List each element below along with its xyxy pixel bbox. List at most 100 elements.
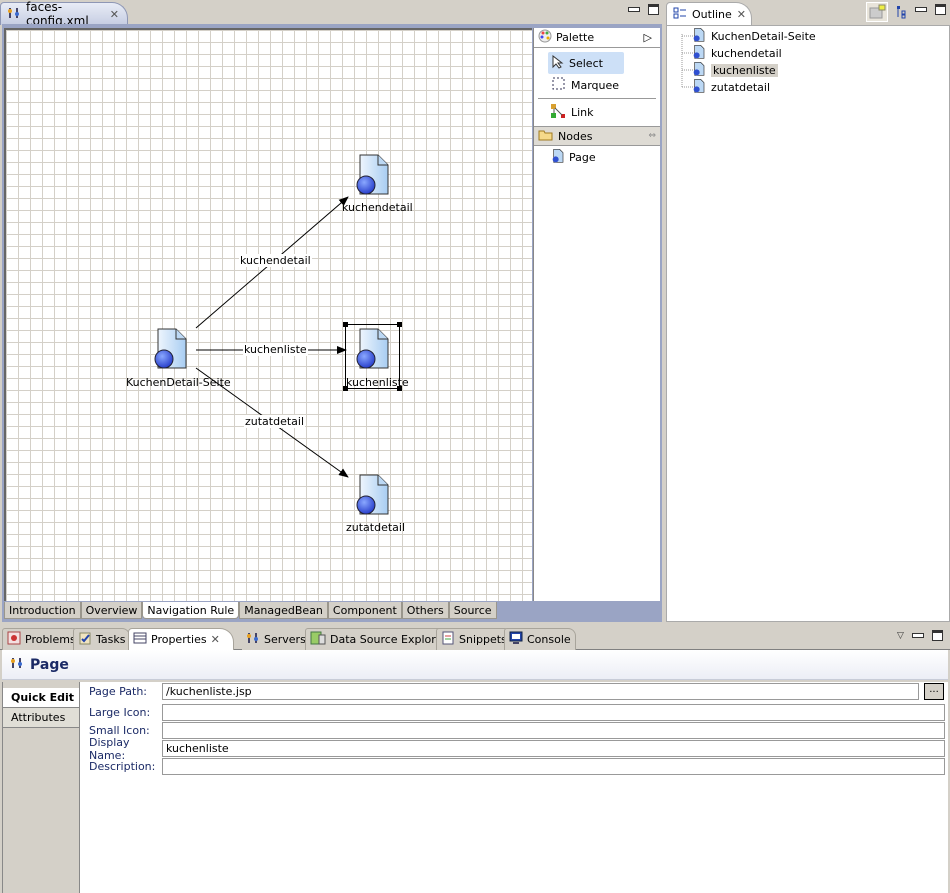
view-menu-icon[interactable]: ▽ bbox=[897, 631, 904, 641]
palette-item-label: Page bbox=[569, 150, 596, 164]
small-icon-input[interactable] bbox=[162, 722, 945, 739]
side-tab-quick-edit[interactable]: Quick Edit bbox=[3, 688, 79, 708]
maximize-button[interactable] bbox=[648, 4, 659, 15]
resize-handle[interactable] bbox=[343, 322, 348, 327]
faces-config-icon bbox=[7, 7, 21, 22]
field-row-large-icon: Large Icon: bbox=[89, 704, 945, 721]
palette-tool-link[interactable]: Link bbox=[550, 101, 660, 123]
close-icon[interactable]: ✕ bbox=[110, 8, 119, 21]
outline-title: Outline bbox=[692, 7, 732, 21]
palette-title: Palette bbox=[556, 31, 595, 44]
minimize-button[interactable] bbox=[911, 633, 924, 638]
overview-icon bbox=[869, 4, 886, 19]
description-input[interactable] bbox=[162, 758, 945, 775]
outline-icon bbox=[673, 7, 687, 22]
close-icon[interactable]: ✕ bbox=[211, 633, 220, 646]
maximize-button[interactable] bbox=[935, 4, 946, 15]
navigation-diagram-canvas[interactable]: kuchendetail kuchenliste zutatdetail Kuc… bbox=[4, 28, 532, 601]
page-tab-navigation-rule[interactable]: Navigation Rule bbox=[142, 602, 240, 619]
tab-data-source-explorer[interactable]: Data Source Explorer bbox=[305, 628, 452, 650]
outline-tree: KuchenDetail-Seite kuchendetail kuchenli… bbox=[666, 25, 950, 622]
page-properties-icon bbox=[10, 657, 24, 672]
properties-icon bbox=[133, 632, 147, 647]
page-icon bbox=[693, 79, 705, 96]
folder-open-icon bbox=[538, 129, 554, 144]
tab-tasks[interactable]: Tasks bbox=[73, 628, 131, 650]
snippets-icon bbox=[441, 631, 455, 648]
collapse-palette-icon[interactable]: ▷ bbox=[644, 31, 652, 44]
page-tab-others[interactable]: Others bbox=[401, 602, 449, 619]
tab-snippets[interactable]: Snippets bbox=[436, 628, 512, 650]
minimize-button[interactable] bbox=[628, 7, 640, 12]
page-icon bbox=[356, 328, 389, 369]
page-tab-overview[interactable]: Overview bbox=[80, 602, 143, 619]
palette: Palette ▷ Select Marquee Link Nodes ⇔ Pa… bbox=[533, 28, 660, 601]
page-icon bbox=[356, 474, 389, 515]
palette-tool-select[interactable]: Select bbox=[548, 52, 624, 74]
properties-side-tabs: Quick Edit Attributes bbox=[2, 682, 80, 893]
resize-handle[interactable] bbox=[397, 322, 402, 327]
tab-console[interactable]: Console bbox=[504, 628, 576, 650]
tab-properties[interactable]: Properties ✕ bbox=[128, 628, 234, 650]
minimize-button[interactable] bbox=[915, 7, 927, 12]
page-tab-source[interactable]: Source bbox=[448, 602, 497, 619]
page-icon bbox=[693, 45, 705, 62]
data-source-icon bbox=[310, 631, 326, 648]
outline-item-selected[interactable]: kuchenliste bbox=[693, 62, 778, 79]
eclipse-workbench: faces-config.xml ✕ kuchendetail kuchenli… bbox=[0, 0, 950, 893]
show-overview-button[interactable] bbox=[866, 2, 888, 22]
page-icon bbox=[552, 148, 564, 166]
node-label: kuchendetail bbox=[342, 201, 413, 214]
page-icon bbox=[693, 62, 705, 79]
palette-tool-label: Select bbox=[569, 56, 603, 70]
palette-tool-marquee[interactable]: Marquee bbox=[552, 74, 660, 96]
palette-tool-label: Marquee bbox=[571, 78, 620, 92]
palette-tool-label: Link bbox=[571, 105, 594, 119]
tasks-icon bbox=[78, 631, 92, 648]
page-path-input[interactable]: /kuchenliste.jsp bbox=[162, 683, 919, 700]
palette-icon bbox=[538, 29, 552, 46]
maximize-button[interactable] bbox=[931, 630, 943, 641]
page-node-zutatdetail[interactable] bbox=[356, 474, 390, 519]
page-tab-component[interactable]: Component bbox=[327, 602, 402, 619]
edge-label-kuchenliste: kuchenliste bbox=[243, 343, 308, 356]
editor-tabstrip: faces-config.xml ✕ bbox=[0, 0, 662, 28]
console-icon bbox=[509, 631, 523, 648]
page-tab-introduction[interactable]: Introduction bbox=[4, 602, 81, 619]
diagram-edges bbox=[195, 196, 349, 478]
editor-tab-faces-config[interactable]: faces-config.xml ✕ bbox=[0, 0, 128, 28]
properties-header: Page bbox=[2, 650, 948, 680]
edge-label-kuchendetail: kuchendetail bbox=[239, 254, 312, 267]
problems-icon bbox=[7, 631, 21, 648]
field-row-small-icon: Small Icon: bbox=[89, 722, 945, 739]
outline-tab[interactable]: Outline ✕ bbox=[666, 2, 752, 25]
arrow-cursor-icon bbox=[552, 54, 564, 72]
side-tab-attributes[interactable]: Attributes bbox=[3, 708, 79, 728]
outline-item[interactable]: KuchenDetail-Seite bbox=[693, 28, 816, 45]
properties-title: Page bbox=[30, 656, 69, 673]
edge-label-zutatdetail: zutatdetail bbox=[244, 415, 306, 428]
palette-header[interactable]: Palette ▷ bbox=[534, 28, 660, 48]
display-name-input[interactable]: kuchenliste bbox=[162, 740, 945, 757]
palette-item-page[interactable]: Page bbox=[552, 146, 660, 168]
close-icon[interactable]: ✕ bbox=[737, 8, 746, 21]
show-tree-button[interactable] bbox=[896, 5, 908, 22]
page-tab-managedbean[interactable]: ManagedBean bbox=[239, 602, 328, 619]
palette-separator bbox=[538, 98, 656, 99]
outline-item[interactable]: kuchendetail bbox=[693, 45, 782, 62]
marquee-icon bbox=[552, 77, 566, 94]
link-icon bbox=[550, 103, 566, 122]
pin-icon[interactable]: ⇔ bbox=[648, 131, 656, 141]
tab-problems[interactable]: Problems bbox=[2, 628, 81, 650]
tab-servers[interactable]: Servers bbox=[242, 628, 310, 650]
servers-icon bbox=[246, 632, 260, 647]
page-node-kuchendetail[interactable] bbox=[356, 154, 390, 199]
browse-button[interactable]: ... bbox=[924, 683, 944, 700]
page-node-kuchendetail-seite[interactable] bbox=[154, 328, 188, 373]
large-icon-input[interactable] bbox=[162, 704, 945, 721]
outline-item[interactable]: zutatdetail bbox=[693, 79, 770, 96]
node-label: zutatdetail bbox=[346, 521, 406, 534]
page-node-kuchenliste[interactable] bbox=[356, 328, 390, 373]
page-icon bbox=[693, 28, 705, 45]
palette-drawer-nodes[interactable]: Nodes ⇔ bbox=[534, 126, 660, 146]
